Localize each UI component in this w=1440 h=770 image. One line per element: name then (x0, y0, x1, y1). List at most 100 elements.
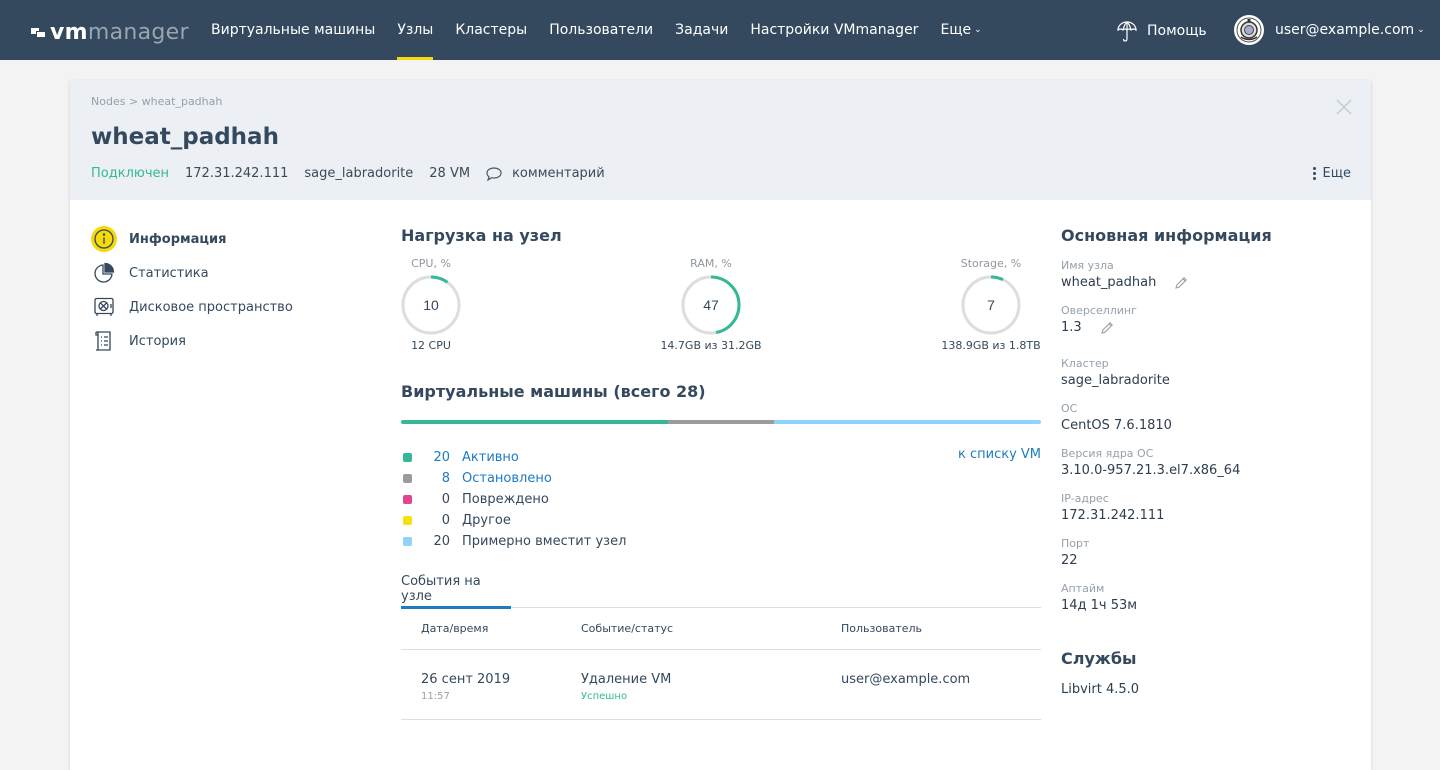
node-meta: Подключен 172.31.242.111 sage_labradorit… (91, 166, 621, 181)
legend-row-stopped[interactable]: 8 Остановлено (401, 468, 1041, 489)
field-value: 22 (1061, 553, 1078, 568)
service-item: Libvirt 4.5.0 (1061, 682, 1140, 697)
events-table-header: Дата/время Событие/статус Пользователь (401, 608, 1041, 650)
field-value: wheat_padhah (1061, 275, 1157, 290)
node-vm-count: 28 VM (429, 166, 471, 181)
field-port: Порт 22 (1061, 537, 1351, 568)
nav-item-clusters[interactable]: Кластеры (455, 0, 527, 60)
legend-label: Повреждено (462, 492, 549, 507)
column-header-event[interactable]: Событие/статус (581, 622, 841, 635)
cell-user: user@example.com (841, 672, 1041, 687)
nav-item-users[interactable]: Пользователи (549, 0, 653, 60)
chevron-down-icon: ⌄ (1417, 25, 1425, 35)
field-label: Аптайм (1061, 582, 1105, 595)
sidebar-item-disk[interactable]: Дисковое пространство (91, 290, 293, 324)
gauge-value: 47 (703, 297, 719, 313)
vm-bar-segment (667, 420, 775, 424)
legend-row-capacity: 20 Примерно вместит узел (401, 531, 1041, 552)
field-label: Версия ядра ОС (1061, 447, 1154, 460)
services-title: Службы (1061, 649, 1137, 668)
nav-item-label: Настройки VMmanager (750, 22, 919, 38)
field-value: 3.10.0-957.21.3.el7.x86_64 (1061, 463, 1241, 478)
event-status: Успешно (581, 691, 628, 702)
event-name: Удаление VM (581, 672, 672, 687)
node-header: Nodes > wheat_padhah wheat_padhah Подклю… (70, 80, 1371, 200)
logo-text-light: manager (87, 20, 189, 45)
pencil-icon[interactable] (1100, 321, 1114, 335)
user-menu[interactable]: user@example.com ⌄ (1234, 15, 1425, 45)
comment-icon (486, 166, 502, 181)
sidebar-item-label: Дисковое пространство (129, 299, 293, 315)
more-label: Еще (1322, 166, 1351, 181)
column-header-user[interactable]: Пользователь (841, 622, 1041, 635)
legend-count: 20 (433, 534, 450, 549)
field-label: ОС (1061, 402, 1078, 415)
breadcrumb-current: wheat_padhah (141, 95, 223, 108)
more-actions-button[interactable]: Еще (1312, 166, 1351, 181)
gauge-label: Storage, % (960, 257, 1022, 270)
gauge-label: RAM, % (690, 257, 732, 270)
load-gauges: CPU, % 10 12 CPU RAM, % 47 14.7GB из 31.… (401, 257, 1041, 382)
field-label: Имя узла (1061, 259, 1114, 272)
field-cluster: Кластер sage_labradorite (1061, 357, 1351, 388)
gauge-sub: 138.9GB из 1.8TB (941, 339, 1041, 352)
gauge-ram: RAM, % 47 14.7GB из 31.2GB (651, 257, 771, 352)
gauge-value: 7 (987, 297, 995, 313)
legend-row-damaged: 0 Повреждено (401, 489, 1041, 510)
vm-bar-segment (774, 420, 1041, 424)
gauge-label: CPU, % (411, 257, 451, 270)
vmmanager-logo[interactable]: vm manager (31, 20, 189, 45)
field-label: IP-адрес (1061, 492, 1109, 505)
help-button[interactable]: Помощь (1117, 20, 1207, 42)
breadcrumb: Nodes > wheat_padhah (91, 95, 222, 108)
cell-datetime: 26 сент 2019 11:57 (401, 672, 581, 702)
gauge-storage: Storage, % 7 138.9GB из 1.8TB (931, 257, 1051, 352)
field-value: 14д 1ч 53м (1061, 598, 1138, 613)
table-row[interactable]: 26 сент 2019 11:57 Удаление VM Успешно u… (401, 650, 1041, 720)
sidebar-item-info[interactable]: Информация (91, 222, 293, 256)
kebab-menu-icon (1312, 166, 1316, 181)
gauge-ring: 47 (681, 275, 741, 335)
legend-label: Остановлено (462, 471, 552, 486)
field-value: sage_labradorite (1061, 373, 1170, 388)
nav-item-more[interactable]: Еще ⌄ (940, 0, 981, 60)
breadcrumb-separator: > (128, 95, 139, 108)
legend-count: 0 (441, 513, 450, 528)
status-badge: Подключен (91, 166, 169, 181)
avatar (1234, 15, 1264, 45)
legend-count: 20 (433, 450, 450, 465)
page-title: wheat_padhah (91, 124, 279, 150)
legend-row-active[interactable]: 20 Активно (401, 447, 1041, 468)
disk-icon (91, 294, 117, 320)
vm-legend: 20 Активно 8 Остановлено 0 Повреждено 0 … (401, 447, 1041, 552)
nav-item-settings[interactable]: Настройки VMmanager (750, 0, 918, 60)
pencil-icon[interactable] (1174, 276, 1188, 290)
comment-label: комментарий (512, 166, 605, 181)
field-os: ОС CentOS 7.6.1810 (1061, 402, 1351, 433)
field-value: 1.3 (1061, 320, 1082, 335)
basic-info-title: Основная информация (1061, 226, 1272, 245)
column-header-datetime[interactable]: Дата/время (401, 622, 581, 635)
close-icon[interactable] (1335, 98, 1353, 116)
top-navbar: vm manager Виртуальные машины Узлы Класте… (0, 0, 1440, 60)
cell-event: Удаление VM Успешно (581, 672, 841, 702)
tab-node-events[interactable]: События на узле (401, 574, 511, 609)
breadcrumb-nodes-link[interactable]: Nodes (91, 95, 125, 108)
field-kernel: Версия ядра ОС 3.10.0-957.21.3.el7.x86_6… (1061, 447, 1351, 478)
nav-item-nodes[interactable]: Узлы (397, 0, 433, 60)
vm-distribution-bar (401, 420, 1041, 424)
to-vm-list-link[interactable]: к списку VM (958, 447, 1041, 462)
avatar-emblem-icon (1236, 17, 1262, 43)
sidebar-item-statistics[interactable]: Статистика (91, 256, 293, 290)
field-label: Кластер (1061, 357, 1109, 370)
node-cluster[interactable]: sage_labradorite (304, 166, 413, 181)
field-overselling: Оверселлинг 1.3 (1061, 304, 1351, 335)
comment-button[interactable]: комментарий (486, 166, 605, 181)
legend-swatch (403, 453, 412, 462)
nav-item-vms[interactable]: Виртуальные машины (211, 0, 375, 60)
legend-label: Активно (462, 450, 519, 465)
user-email: user@example.com (1275, 22, 1415, 38)
chevron-down-icon: ⌄ (974, 25, 982, 35)
sidebar-item-history[interactable]: История (91, 324, 293, 358)
nav-item-tasks[interactable]: Задачи (675, 0, 728, 60)
